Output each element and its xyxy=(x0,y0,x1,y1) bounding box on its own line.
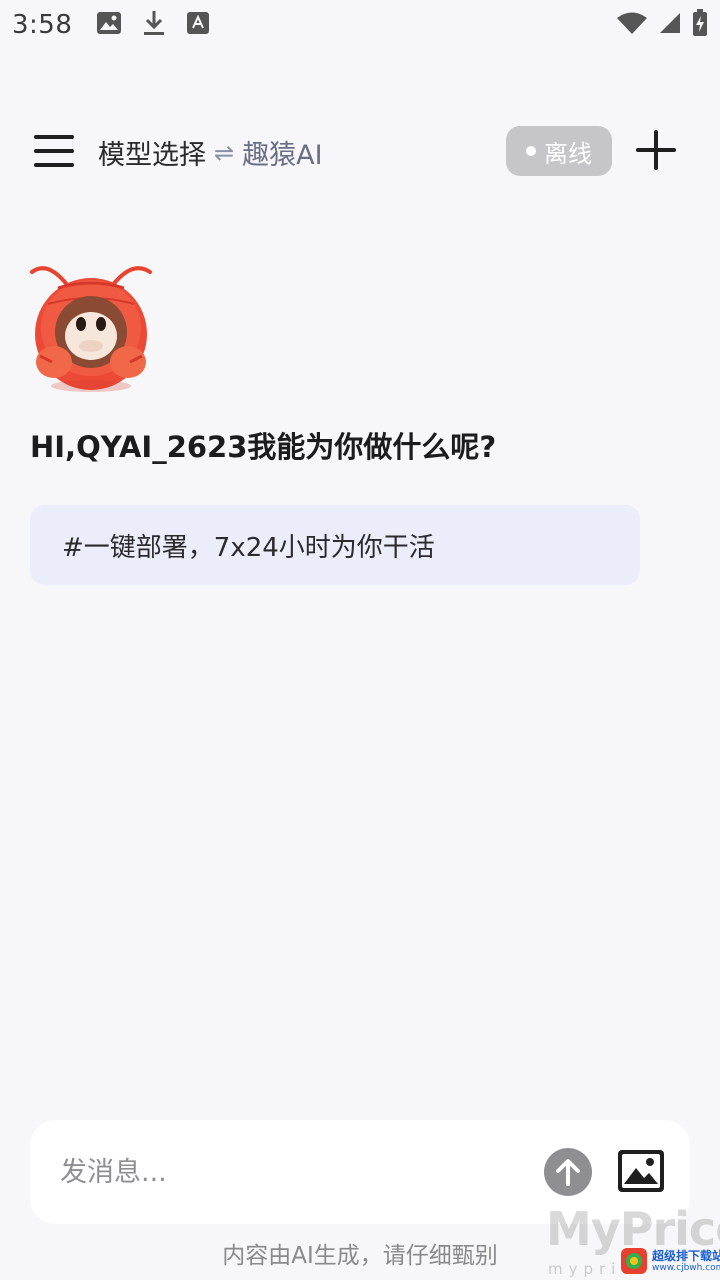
download-icon xyxy=(142,9,166,41)
site-logo-icon xyxy=(621,1248,647,1274)
connection-status-text: 离线 xyxy=(544,139,592,168)
menu-line xyxy=(34,135,74,139)
wifi-icon xyxy=(616,11,648,39)
image-icon xyxy=(618,1150,664,1192)
swap-icon: ⇌ xyxy=(214,138,235,167)
text-a-icon xyxy=(186,11,210,39)
model-selector[interactable]: 模型选择 ⇌ 趣猿AI xyxy=(98,133,323,172)
status-bar: 3:58 xyxy=(0,0,720,50)
watermark-badge: 超级排下载站 www.cjbwh.com xyxy=(620,1246,720,1276)
message-input[interactable] xyxy=(60,1150,530,1194)
connection-status-badge: 离线 xyxy=(506,126,612,176)
status-time: 3:58 xyxy=(12,10,73,40)
watermark-badge-url: www.cjbwh.com xyxy=(652,1262,720,1273)
suggestion-chip[interactable]: #一键部署，7x24小时为你干活 xyxy=(30,505,640,585)
watermark: MyPrice mypric 超级排下载站 www.cjbwh.com xyxy=(540,1202,720,1280)
image-upload-button[interactable] xyxy=(616,1148,666,1194)
menu-button[interactable] xyxy=(32,131,76,171)
send-button[interactable] xyxy=(544,1148,592,1196)
watermark-badge-title: 超级排下载站 xyxy=(652,1248,720,1263)
menu-line xyxy=(34,149,74,153)
greeting-title: HI,QYAI_2623我能为你做什么呢? xyxy=(30,430,497,464)
battery-charging-icon xyxy=(692,9,708,41)
notification-icons xyxy=(96,9,210,41)
suggestion-text: #一键部署，7x24小时为你干活 xyxy=(62,532,435,563)
arrow-up-icon xyxy=(556,1159,580,1186)
chat-home-screen: 3:58 模型选择 ⇌ 趣猿AI 离线 HI,QYAI_2623我能为你做什么呢… xyxy=(0,0,720,1280)
mascot-avatar xyxy=(28,258,154,394)
menu-line xyxy=(34,163,74,167)
status-dot-icon xyxy=(526,146,536,156)
model-name: 趣猿AI xyxy=(242,140,323,171)
top-app-bar: 模型选择 ⇌ 趣猿AI 离线 xyxy=(0,116,720,186)
new-chat-button[interactable] xyxy=(636,130,676,170)
model-select-label: 模型选择 xyxy=(98,140,206,171)
image-icon xyxy=(96,11,122,39)
system-icons xyxy=(616,9,708,41)
signal-icon xyxy=(658,11,682,39)
